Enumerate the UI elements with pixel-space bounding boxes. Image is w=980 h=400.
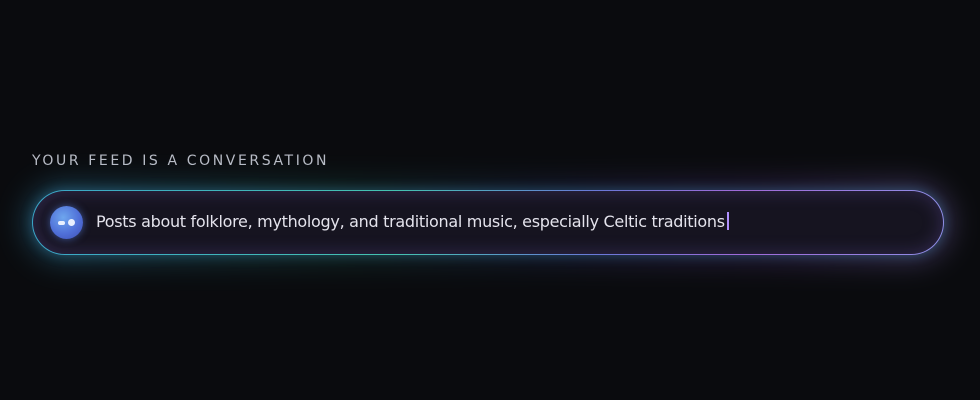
feed-prompt-input[interactable]: Posts about folklore, mythology, and tra…: [32, 190, 944, 255]
feed-prompt-text[interactable]: Posts about folklore, mythology, and tra…: [96, 212, 729, 231]
feed-prompt-screen: YOUR FEED IS A CONVERSATION Posts about …: [0, 0, 980, 400]
feed-prompt-value: Posts about folklore, mythology, and tra…: [96, 212, 725, 231]
bot-eye-left: [58, 221, 65, 225]
bot-face-icon: [50, 206, 83, 239]
text-caret: [726, 212, 729, 230]
bot-eye-right: [68, 219, 75, 226]
feed-heading: YOUR FEED IS A CONVERSATION: [32, 153, 330, 169]
